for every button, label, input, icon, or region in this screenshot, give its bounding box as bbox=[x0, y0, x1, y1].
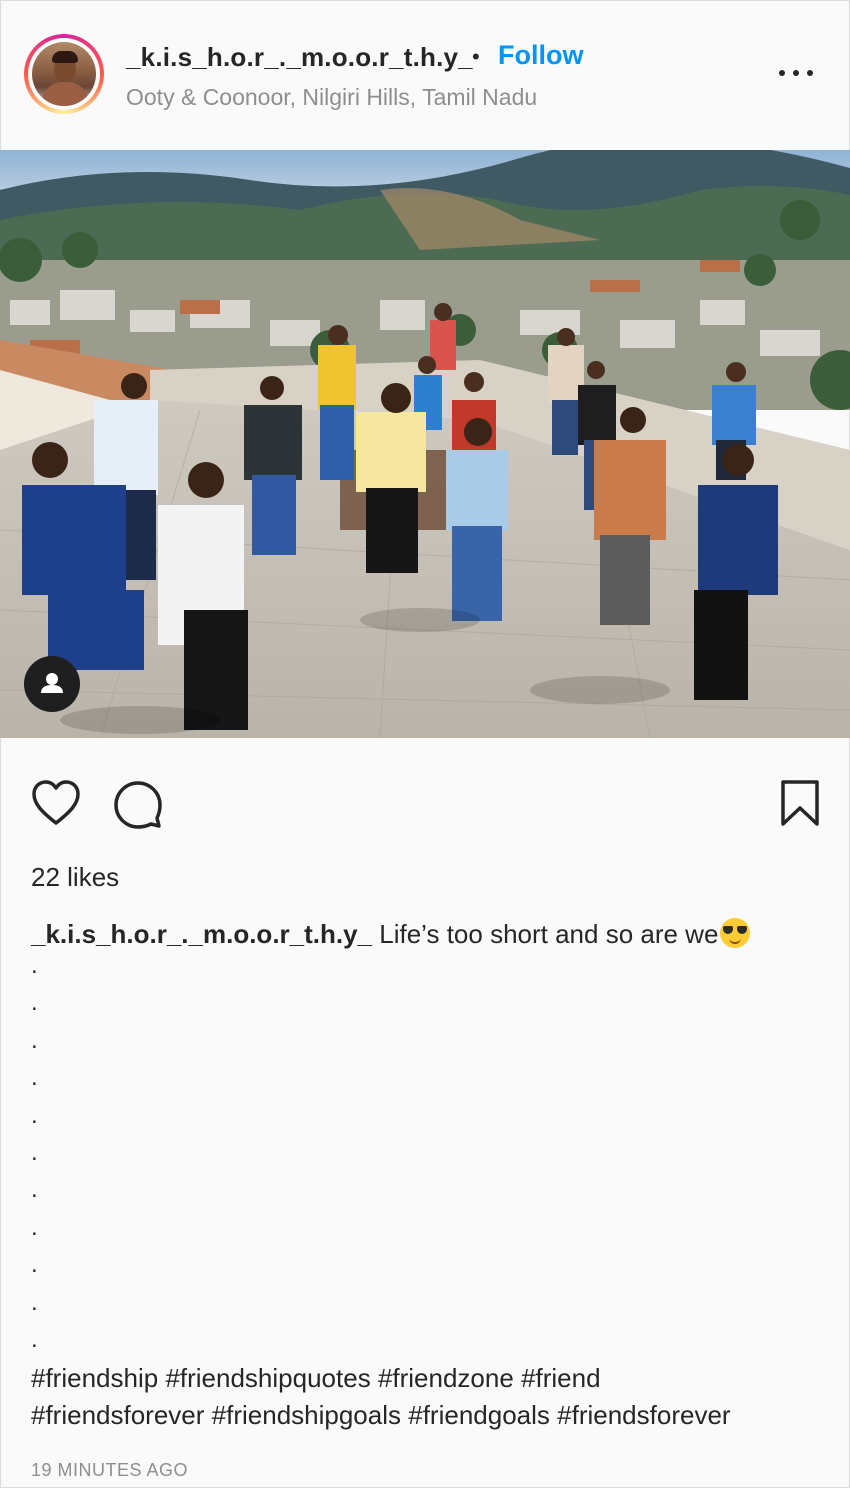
hashtag-link[interactable]: #friendshipgoals bbox=[212, 1400, 401, 1430]
caption-dot: . bbox=[31, 1176, 38, 1204]
hashtag-link[interactable]: #friendsforever bbox=[557, 1400, 730, 1430]
caption-dot: . bbox=[31, 1026, 38, 1054]
avatar-image bbox=[32, 42, 96, 106]
comment-icon[interactable] bbox=[112, 778, 164, 830]
hashtag-link[interactable]: #friend bbox=[521, 1363, 601, 1393]
post-photo[interactable] bbox=[0, 150, 850, 738]
caption-dot: . bbox=[31, 1213, 38, 1241]
post-header: _k.i.s_h.o.r_._m.o.o.r_t.h.y_ • Follow O… bbox=[0, 0, 850, 150]
caption-dot: . bbox=[31, 1288, 38, 1316]
hashtag-link[interactable]: #friendsforever bbox=[31, 1400, 204, 1430]
caption-dot: . bbox=[31, 1138, 38, 1166]
caption-dot: . bbox=[31, 952, 38, 979]
follow-button[interactable]: Follow bbox=[498, 40, 583, 71]
caption-dot: . bbox=[31, 989, 38, 1017]
caption-dot: . bbox=[31, 1064, 38, 1092]
caption-text: Life’s too short and so are we bbox=[372, 919, 719, 949]
caption-dot: . bbox=[31, 1101, 38, 1129]
likes-count[interactable]: 22 likes bbox=[31, 862, 119, 893]
hashtag-link[interactable]: #friendzone bbox=[378, 1363, 514, 1393]
hashtags: #friendship #friendshipquotes #friendzon… bbox=[31, 1360, 831, 1434]
location-link[interactable]: Ooty & Coonoor, Nilgiri Hills, Tamil Nad… bbox=[126, 84, 537, 111]
bookmark-icon[interactable] bbox=[778, 778, 822, 830]
caption-dot: . bbox=[31, 1251, 38, 1279]
username-link[interactable]: _k.i.s_h.o.r_._m.o.o.r_t.h.y_ bbox=[126, 42, 473, 73]
action-bar bbox=[0, 770, 850, 830]
avatar[interactable] bbox=[24, 34, 104, 114]
caption-dots: . . . . . . . . . . . bbox=[31, 952, 61, 1367]
separator-dot: • bbox=[472, 44, 480, 69]
more-options-icon[interactable] bbox=[776, 60, 816, 86]
heart-icon[interactable] bbox=[30, 778, 82, 828]
caption: _k.i.s_h.o.r_._m.o.o.r_t.h.y_ Life’s too… bbox=[31, 918, 751, 950]
sunglasses-emoji-icon bbox=[720, 918, 751, 948]
post-timestamp[interactable]: 19 MINUTES AGO bbox=[31, 1460, 188, 1481]
user-tag-icon[interactable] bbox=[24, 656, 80, 712]
caption-username[interactable]: _k.i.s_h.o.r_._m.o.o.r_t.h.y_ bbox=[31, 919, 372, 949]
hashtag-link[interactable]: #friendship bbox=[31, 1363, 158, 1393]
hashtag-link[interactable]: #friendgoals bbox=[408, 1400, 550, 1430]
hashtag-link[interactable]: #friendshipquotes bbox=[165, 1363, 370, 1393]
